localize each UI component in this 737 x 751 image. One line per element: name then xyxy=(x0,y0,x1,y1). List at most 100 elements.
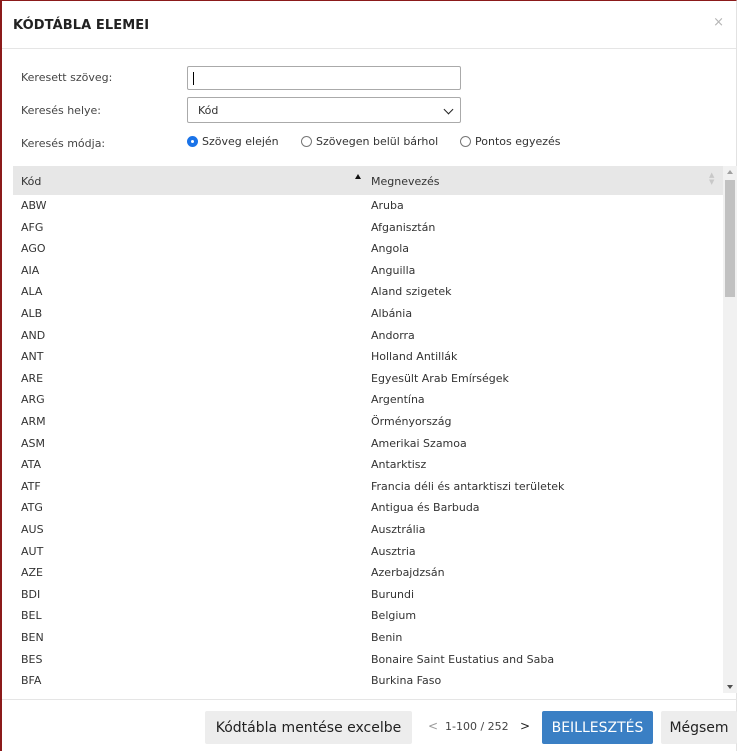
scrollbar-thumb[interactable] xyxy=(725,180,735,297)
close-icon[interactable]: × xyxy=(713,15,724,30)
cell-name: Albánia xyxy=(371,307,413,320)
cell-code: ANT xyxy=(21,350,44,364)
cell-name: Angola xyxy=(371,242,410,256)
cell-code: ARG xyxy=(21,393,45,407)
cell-name: Azerbajdzsán xyxy=(371,566,445,580)
table-row[interactable]: ATF Francia déli és antarktiszi területek xyxy=(13,476,723,498)
cell-name: Aruba xyxy=(371,199,404,212)
search-mode-label: Keresés módja: xyxy=(21,137,106,150)
cell-code: ARE xyxy=(21,371,44,385)
search-place-select[interactable]: Kód xyxy=(187,97,461,123)
cell-code: AIA xyxy=(21,263,40,277)
radio-label: Szövegen belül bárhol xyxy=(316,135,439,148)
table-row[interactable]: BEL Belgium xyxy=(13,605,723,627)
cell-name: Belgium xyxy=(371,609,417,623)
table-row[interactable]: BES Bonaire Saint Eustatius and Saba xyxy=(13,649,723,671)
search-mode-radio-group: Szöveg elején Szövegen belül bárhol Pont… xyxy=(187,135,607,151)
scroll-down-icon[interactable] xyxy=(727,685,733,689)
table-row[interactable]: AGO Angola xyxy=(13,238,723,260)
cell-name: Antigua és Barbuda xyxy=(371,501,480,515)
export-excel-button[interactable]: Kódtábla mentése excelbe xyxy=(205,711,412,744)
sort-neutral-icon[interactable]: ▲ ▼ xyxy=(709,172,714,186)
table-row[interactable]: ARE Egyesült Arab Emírségek xyxy=(13,368,723,390)
radio-option-anywhere[interactable]: Szövegen belül bárhol xyxy=(301,135,438,148)
cell-code: AFG xyxy=(21,220,44,234)
cell-name: Antarktisz xyxy=(371,458,427,472)
radio-option-text-start[interactable]: Szöveg elején xyxy=(187,135,279,148)
table-row[interactable]: AZE Azerbajdzsán xyxy=(13,562,723,584)
cell-code: ABW xyxy=(21,199,47,212)
cell-name: Anguilla xyxy=(371,263,416,277)
search-text-input[interactable] xyxy=(187,66,461,90)
table-row[interactable]: ARG Argentína xyxy=(13,389,723,411)
table-row[interactable]: ATG Antigua és Barbuda xyxy=(13,497,723,519)
table-row[interactable]: ANT Holland Antillák xyxy=(13,346,723,368)
vertical-scrollbar[interactable] xyxy=(723,166,737,693)
cancel-button[interactable]: Mégsem xyxy=(661,711,737,744)
table-row[interactable]: AFG Afganisztán xyxy=(13,217,723,239)
cell-code: BFA xyxy=(21,674,42,688)
table-row[interactable]: ATA Antarktisz xyxy=(13,454,723,476)
cell-name: Burundi xyxy=(371,587,415,601)
radio-label: Szöveg elején xyxy=(202,135,279,148)
cell-name: Benin xyxy=(371,631,403,644)
scroll-up-icon[interactable] xyxy=(727,170,733,174)
cell-name: Holland Antillák xyxy=(371,350,458,364)
table-row[interactable]: ARM Örményország xyxy=(13,411,723,433)
column-header-code[interactable]: Kód xyxy=(21,175,41,188)
code-table-dialog: KÓDTÁBLA ELEMEI × Keresett szöveg: Keres… xyxy=(0,0,737,751)
search-place-value: Kód xyxy=(198,104,219,117)
cell-code: BEL xyxy=(21,609,42,623)
cell-code: BES xyxy=(21,652,43,666)
cell-name: Egyesült Arab Emírségek xyxy=(371,371,509,385)
grid-header: Kód Megnevezés ▲ ▼ xyxy=(13,166,723,195)
cell-code: AND xyxy=(21,328,46,342)
cell-name: Afganisztán xyxy=(371,220,436,234)
search-place-label: Keresés helye: xyxy=(21,104,101,117)
cell-code: ARM xyxy=(21,415,46,428)
cell-name: Francia déli és antarktiszi területek xyxy=(371,479,565,493)
next-page-button[interactable]: > xyxy=(520,719,530,733)
chevron-down-icon xyxy=(443,104,454,115)
cell-code: ALB xyxy=(21,307,43,320)
table-row[interactable]: AND Andorra xyxy=(13,325,723,347)
radio-option-exact-match[interactable]: Pontos egyezés xyxy=(460,135,561,148)
radio-checked-icon xyxy=(187,136,198,147)
cell-code: AUS xyxy=(21,523,44,536)
cell-name: Amerikai Szamoa xyxy=(371,436,467,450)
table-row[interactable]: BEN Benin xyxy=(13,627,723,649)
cell-name: Burkina Faso xyxy=(371,674,442,688)
radio-label: Pontos egyezés xyxy=(475,135,561,148)
table-row[interactable]: AIA Anguilla xyxy=(13,260,723,282)
table-row[interactable]: AUT Ausztria xyxy=(13,541,723,563)
radio-unchecked-icon xyxy=(301,136,312,147)
cell-code: ATF xyxy=(21,479,41,493)
cell-name: Andorra xyxy=(371,328,415,342)
cell-code: BEN xyxy=(21,631,44,644)
cell-name: Ausztrália xyxy=(371,523,426,536)
cell-code: BDI xyxy=(21,587,41,601)
cell-code: AGO xyxy=(21,242,46,256)
cell-name: Ausztria xyxy=(371,544,416,558)
cell-code: ATA xyxy=(21,458,42,472)
cell-name: Aland szigetek xyxy=(371,285,452,299)
sort-ascending-icon[interactable] xyxy=(355,174,361,179)
table-row[interactable]: BFA Burkina Faso xyxy=(13,670,723,692)
cell-name: Örményország xyxy=(371,415,452,428)
cell-code: AZE xyxy=(21,566,44,580)
table-row[interactable]: ABW Aruba xyxy=(13,195,723,217)
column-header-name[interactable]: Megnevezés xyxy=(371,175,440,188)
radio-unchecked-icon xyxy=(460,136,471,147)
dialog-title: KÓDTÁBLA ELEMEI xyxy=(13,18,150,33)
previous-page-button[interactable]: < xyxy=(428,719,438,733)
cell-name: Bonaire Saint Eustatius and Saba xyxy=(371,652,555,666)
table-row[interactable]: BDI Burundi xyxy=(13,584,723,606)
cell-code: ATG xyxy=(21,501,43,515)
cell-code: AUT xyxy=(21,544,44,558)
table-row[interactable]: ALA Aland szigetek xyxy=(13,281,723,303)
table-row[interactable]: ASM Amerikai Szamoa xyxy=(13,433,723,455)
insert-button[interactable]: BEILLESZTÉS xyxy=(542,711,653,744)
table-row[interactable]: AUS Ausztrália xyxy=(13,519,723,541)
cell-code: ALA xyxy=(21,285,43,299)
table-row[interactable]: ALB Albánia xyxy=(13,303,723,325)
